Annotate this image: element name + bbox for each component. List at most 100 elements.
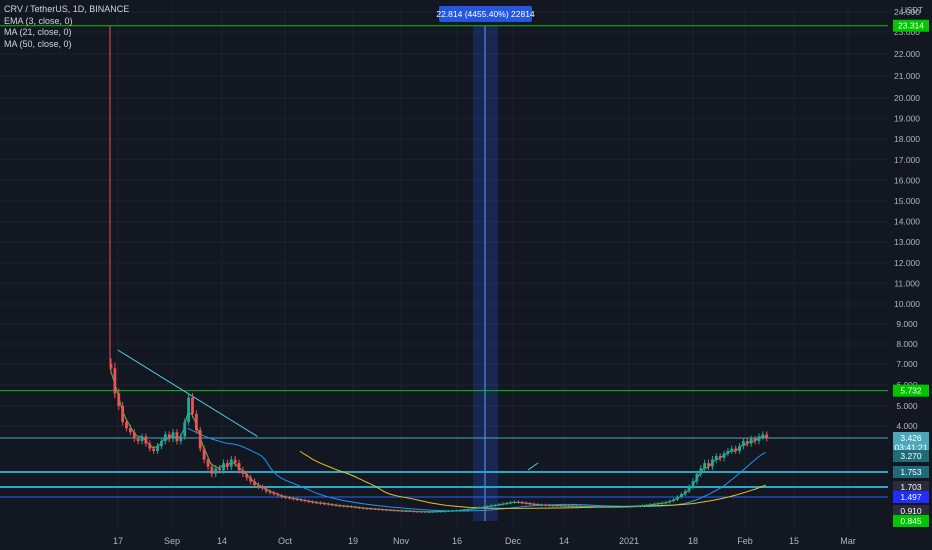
candle-body: [443, 511, 447, 513]
candle-body: [323, 503, 326, 505]
candle-body: [160, 441, 163, 447]
candle-body: [606, 506, 610, 508]
candle-body: [431, 511, 435, 513]
candle-body: [699, 468, 703, 474]
candle-body: [734, 448, 738, 452]
candle-body: [532, 503, 536, 505]
candle-body: [683, 491, 687, 495]
candle-body: [641, 505, 644, 507]
symbol-title[interactable]: CRV / TetherUS, 1D, BINANCE: [4, 4, 129, 16]
candle-body: [260, 487, 264, 489]
y-tick-label: 15.000: [894, 196, 920, 206]
candle-body: [645, 505, 648, 506]
candle-body: [342, 505, 346, 507]
candle-body: [218, 468, 222, 471]
legend: CRV / TetherUS, 1D, BINANCE EMA (3, clos…: [4, 4, 129, 50]
candle-body: [388, 510, 392, 512]
candle-body: [660, 502, 664, 504]
candle-body: [148, 443, 152, 449]
x-tick-label: 15: [789, 536, 799, 546]
measure-label-box: 22.814 (4455.40%) 22814: [436, 6, 535, 22]
candle-body: [427, 511, 431, 513]
price-tag-label: 23.314: [898, 21, 924, 31]
candle-body: [233, 459, 237, 464]
candle-body: [544, 505, 547, 506]
candle-body: [226, 463, 229, 467]
candle-body: [598, 506, 602, 508]
candle-body: [482, 506, 485, 508]
candle-body: [299, 499, 303, 501]
candle-body: [517, 501, 520, 503]
measure-label: 22.814 (4455.40%) 22814: [436, 9, 535, 19]
candle-body: [520, 502, 524, 504]
candle-body: [509, 502, 513, 504]
candle-body: [140, 436, 144, 442]
candle-body: [179, 436, 183, 442]
y-tick-label: 17.000: [894, 155, 920, 165]
candle-body: [167, 434, 171, 439]
candle-body: [404, 511, 408, 512]
candle-body: [354, 506, 357, 508]
x-tick-label: Sep: [164, 536, 180, 546]
y-tick-label: 9.000: [896, 319, 918, 329]
x-tick-label: 17: [113, 536, 123, 546]
indicator-ma50[interactable]: MA (50, close, 0): [4, 39, 129, 51]
candle-body: [210, 466, 214, 474]
price-tag-label: 1.497: [900, 492, 922, 502]
candle-body: [377, 509, 381, 511]
candle-body: [241, 470, 245, 474]
currency-label: USDT: [901, 6, 923, 15]
candle-body: [326, 503, 330, 505]
candle-body: [617, 506, 621, 508]
y-tick-label: 12.000: [894, 258, 920, 268]
x-tick-label: Feb: [737, 536, 753, 546]
candle-body: [582, 506, 586, 508]
candle-body: [579, 506, 582, 508]
candle-body: [369, 508, 373, 510]
candle-body: [350, 506, 353, 508]
candle-body: [718, 456, 722, 458]
candle-body: [156, 446, 159, 452]
candle-body: [276, 494, 280, 496]
candle-body: [412, 511, 416, 513]
indicator-ma21[interactable]: MA (21, close, 0): [4, 27, 129, 39]
candle-body: [474, 507, 478, 509]
y-tick-label: 20.000: [894, 93, 920, 103]
indicator-ema[interactable]: EMA (3, close, 0): [4, 16, 129, 28]
price-tag-label: 1.703: [900, 482, 922, 492]
candle-body: [237, 463, 241, 471]
candle-body: [307, 500, 311, 502]
candle-body: [505, 503, 509, 505]
candle-body: [742, 441, 745, 447]
candle-body: [722, 453, 726, 458]
candle-body: [284, 496, 287, 498]
candle-body: [136, 438, 140, 442]
candle-body: [610, 506, 613, 508]
candle-body: [695, 473, 699, 482]
x-tick-label: Dec: [505, 536, 522, 546]
candle-body: [621, 506, 625, 508]
candle-body: [373, 508, 377, 510]
y-tick-label: 13.000: [894, 237, 920, 247]
candle-body: [439, 511, 443, 513]
candle-body: [311, 501, 315, 503]
candle-body: [575, 506, 578, 508]
chart-background: [0, 0, 932, 550]
candle-body: [338, 505, 342, 507]
candle-body: [222, 463, 225, 471]
candle-body: [295, 499, 299, 501]
candle-body: [594, 506, 598, 508]
candle-body: [198, 430, 202, 449]
candle-body: [408, 511, 412, 512]
candle-body: [513, 501, 516, 503]
candle-body: [253, 481, 256, 486]
candle-body: [548, 505, 551, 507]
y-tick-label: 21.000: [894, 71, 920, 81]
candle-body: [676, 496, 679, 500]
candle-body: [183, 422, 187, 437]
candle-body: [144, 436, 148, 444]
price-chart[interactable]: 24.00023.00022.00021.00020.00019.00018.0…: [0, 0, 932, 550]
candle-body: [385, 509, 388, 511]
price-axis[interactable]: 24.00023.00022.00021.00020.00019.00018.0…: [894, 7, 920, 431]
y-tick-label: 7.000: [896, 359, 918, 369]
